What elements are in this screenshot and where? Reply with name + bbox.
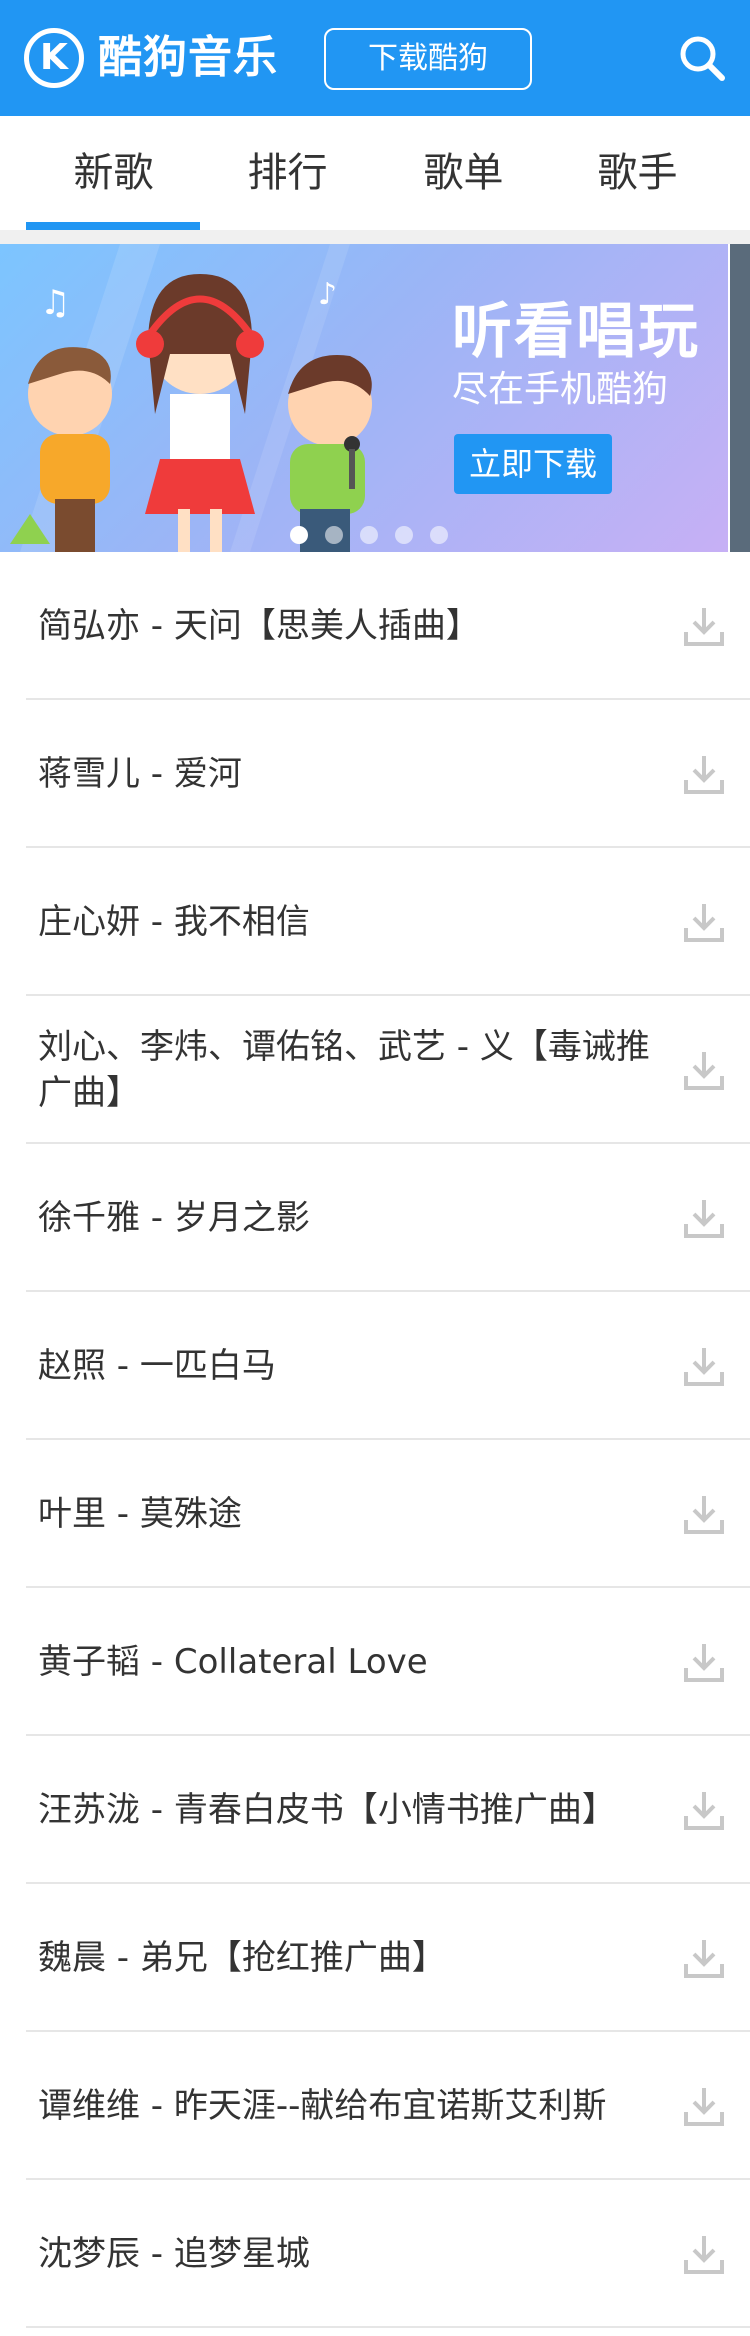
banner-title: 听看唱玩 [452, 297, 700, 367]
song-item[interactable]: 汪苏泷 - 青春白皮书【小情书推广曲】 [0, 1736, 750, 1884]
song-title[interactable]: 叶里 - 莫殊途 [38, 1440, 650, 1588]
search-icon[interactable] [676, 32, 728, 84]
song-item[interactable]: 谭维维 - 昨天涯--献给布宜诺斯艾利斯 [0, 2032, 750, 2180]
app-name[interactable]: 酷狗音乐 [98, 28, 278, 88]
song-title[interactable]: 汪苏泷 - 青春白皮书【小情书推广曲】 [38, 1736, 650, 1884]
song-item[interactable]: 徐千雅 - 岁月之影 [0, 1144, 750, 1292]
banner-subtitle: 尽在手机酷狗 [452, 369, 669, 410]
nav-tabs: 新歌 排行 歌单 歌手 [0, 116, 750, 230]
download-app-button[interactable]: 下载酷狗 [324, 28, 532, 90]
song-item[interactable]: 简弘亦 - 天问【思美人插曲】 [0, 552, 750, 700]
row-divider [26, 2326, 750, 2328]
download-icon[interactable] [682, 752, 726, 796]
carousel-dot[interactable] [360, 526, 378, 544]
download-icon[interactable] [682, 604, 726, 648]
tab-rankings[interactable]: 排行 [200, 116, 375, 230]
song-title[interactable]: 谭维维 - 昨天涯--献给布宜诺斯艾利斯 [38, 2032, 650, 2180]
song-item[interactable]: 黄子韬 - Collateral Love [0, 1588, 750, 1736]
download-icon[interactable] [682, 1788, 726, 1832]
song-title[interactable]: 徐千雅 - 岁月之影 [38, 1144, 650, 1292]
download-icon[interactable] [682, 2084, 726, 2128]
download-icon[interactable] [682, 900, 726, 944]
download-icon[interactable] [682, 1344, 726, 1388]
download-icon[interactable] [682, 1492, 726, 1536]
svg-text:♫: ♫ [40, 283, 70, 323]
download-icon[interactable] [682, 1048, 726, 1092]
song-item[interactable]: 庄心妍 - 我不相信 [0, 848, 750, 996]
promo-banner[interactable]: ♫ ♪ 听看唱玩 尽在手机酷狗 立即下载 [0, 244, 728, 552]
song-title[interactable]: 刘心、李炜、谭佑铭、武艺 - 义【毒诫推广曲】 [38, 996, 650, 1144]
song-item[interactable]: 刘心、李炜、谭佑铭、武艺 - 义【毒诫推广曲】 [0, 996, 750, 1144]
banner-illustration: ♫ ♪ [10, 244, 372, 552]
song-title[interactable]: 赵照 - 一匹白马 [38, 1292, 650, 1440]
carousel-dot[interactable] [290, 526, 308, 544]
carousel-dot[interactable] [430, 526, 448, 544]
tab-new-songs[interactable]: 新歌 [26, 116, 201, 230]
download-icon[interactable] [682, 2232, 726, 2276]
song-item[interactable]: 叶里 - 莫殊途 [0, 1440, 750, 1588]
song-list: 简弘亦 - 天问【思美人插曲】 蒋雪儿 - 爱河 庄心妍 - 我不相信 刘心、李… [0, 552, 750, 2328]
song-title[interactable]: 黄子韬 - Collateral Love [38, 1588, 650, 1736]
svg-text:♪: ♪ [318, 277, 337, 312]
kugou-logo-icon[interactable]: K [24, 28, 84, 88]
section-divider [0, 230, 750, 244]
download-icon[interactable] [682, 1640, 726, 1684]
carousel-indicator [290, 526, 465, 546]
carousel-dot[interactable] [395, 526, 413, 544]
banner-download-button[interactable]: 立即下载 [454, 434, 612, 494]
tab-playlists[interactable]: 歌单 [376, 116, 551, 230]
song-title[interactable]: 蒋雪儿 - 爱河 [38, 700, 650, 848]
top-header: K 酷狗音乐 下载酷狗 [0, 0, 750, 116]
carousel-dot[interactable] [325, 526, 343, 544]
song-item[interactable]: 赵照 - 一匹白马 [0, 1292, 750, 1440]
song-item[interactable]: 魏晨 - 弟兄【抢红推广曲】 [0, 1884, 750, 2032]
song-title[interactable]: 沈梦辰 - 追梦星城 [38, 2180, 650, 2328]
song-item[interactable]: 沈梦辰 - 追梦星城 [0, 2180, 750, 2328]
song-title[interactable]: 简弘亦 - 天问【思美人插曲】 [38, 552, 650, 700]
song-title[interactable]: 庄心妍 - 我不相信 [38, 848, 650, 996]
next-banner-preview[interactable] [730, 244, 750, 552]
download-icon[interactable] [682, 1196, 726, 1240]
tab-singers[interactable]: 歌手 [550, 116, 725, 230]
download-icon[interactable] [682, 1936, 726, 1980]
active-tab-indicator [26, 222, 200, 230]
song-title[interactable]: 魏晨 - 弟兄【抢红推广曲】 [38, 1884, 650, 2032]
song-item[interactable]: 蒋雪儿 - 爱河 [0, 700, 750, 848]
